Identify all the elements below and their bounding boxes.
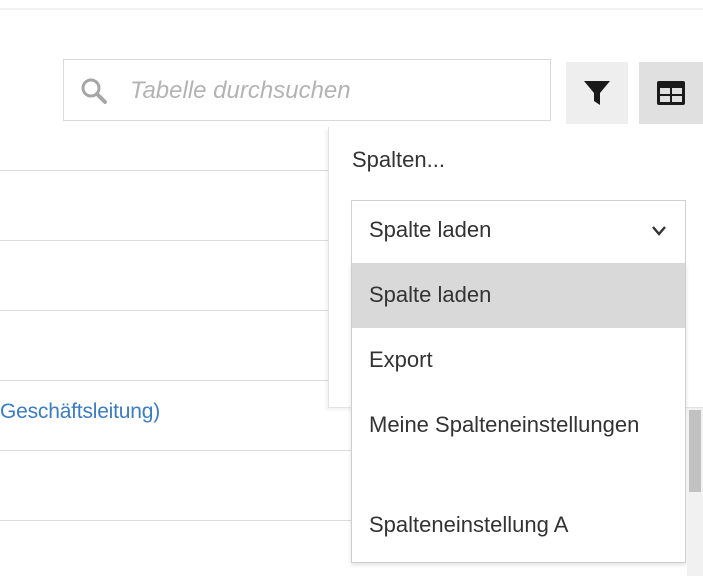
search-input[interactable] <box>130 74 530 108</box>
table-row-divider <box>0 170 330 171</box>
dropdown-option-spalte-laden[interactable]: Spalte laden <box>352 263 685 328</box>
dropdown-option-export[interactable]: Export <box>352 328 685 393</box>
scrollbar[interactable] <box>687 408 703 576</box>
table-search[interactable] <box>63 59 551 121</box>
dropdown-option-meine-spalteneinstellungen[interactable]: Meine Spalteneinstellungen <box>352 393 652 493</box>
column-preset-dropdown: Spalte laden Export Meine Spalteneinstel… <box>351 263 686 563</box>
table-row-divider <box>0 380 330 381</box>
scrollbar-thumb[interactable] <box>689 410 701 492</box>
filter-button[interactable] <box>566 62 628 124</box>
table-icon <box>657 81 685 105</box>
table-row-divider <box>0 520 351 521</box>
dropdown-option-spalteneinstellung-a[interactable]: Spalteneinstellung A <box>352 493 685 558</box>
column-preset-select[interactable]: Spalte laden <box>351 200 686 263</box>
select-value: Spalte laden <box>369 217 492 242</box>
funnel-icon <box>584 81 610 105</box>
column-settings-button[interactable] <box>639 62 703 124</box>
table-row-divider <box>0 450 351 451</box>
chevron-down-icon <box>652 226 666 236</box>
search-icon <box>81 78 107 104</box>
table-row-divider <box>0 240 330 241</box>
table-cell-link[interactable]: Geschäftsleitung) <box>0 400 160 424</box>
panel-title: Spalten... <box>352 147 445 172</box>
table-row-divider <box>0 310 330 311</box>
top-divider <box>0 8 703 10</box>
